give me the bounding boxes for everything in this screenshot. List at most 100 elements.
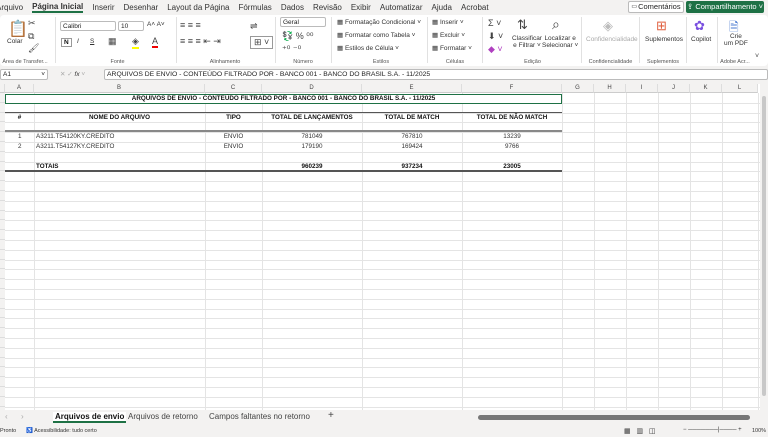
decimal-icon[interactable]: ⁺⁰ ⁻⁰ [282,44,301,55]
create-pdf-button[interactable]: Crie um PDF [724,33,748,47]
formula-input[interactable]: ARQUIVOS DE ENVIO - CONTEÚDO FILTRADO PO… [104,69,768,80]
column-header-F[interactable]: F [462,84,562,93]
menu-tab-10[interactable]: Ajuda [432,3,452,12]
row-header[interactable] [0,328,5,338]
row-header[interactable] [0,269,5,280]
menu-tab-6[interactable]: Dados [281,3,304,12]
menu-tab-1[interactable]: Página Inicial [32,2,84,13]
vertical-scrollbar[interactable] [760,84,768,410]
menu-tab-5[interactable]: Fórmulas [238,3,271,12]
copy-icon[interactable]: ⧉ [28,31,34,42]
accessibility-status[interactable]: ♿ Acessibilidade: tudo certo [26,428,97,434]
paste-icon[interactable]: 📋 [8,19,28,39]
header-cell[interactable]: # [5,113,34,123]
data-cell[interactable]: 1 [5,132,34,142]
name-box[interactable]: A1 ˅ [0,69,48,80]
row-header[interactable] [0,318,5,329]
select-all[interactable] [0,84,5,93]
paste-button[interactable]: Colar [7,38,23,45]
row-header[interactable] [0,259,5,270]
sheet-tab-arquivos-de-envio[interactable]: Arquivos de envio [53,412,127,423]
column-header-G[interactable]: G [562,84,594,93]
row-header[interactable] [0,210,5,221]
header-cell[interactable]: TOTAL DE NÃO MATCH [462,113,562,123]
menu-tab-7[interactable]: Revisão [313,3,342,12]
row-header[interactable] [0,367,5,378]
insert-cells-button[interactable]: ▦ Inserir ˅ [432,18,464,26]
addins-icon[interactable]: ⊞ [656,18,667,34]
row-header[interactable] [0,377,5,387]
row-header[interactable] [0,347,5,358]
find-select-button[interactable]: Localizar e Selecionar ˅ [542,35,578,49]
italic-button[interactable]: I [77,38,79,45]
align-left-icon[interactable]: ≡ ≡ ≡ ⇤ ⇥ [180,36,221,47]
fill-color-icon[interactable]: ◈ [132,36,139,49]
column-header-D[interactable]: D [262,84,362,93]
add-sheet-button[interactable]: + [328,410,334,421]
data-cell[interactable]: 169424 [362,142,462,152]
data-cell[interactable]: 781049 [262,132,362,142]
format-painter-icon[interactable]: 🖌 [28,43,39,54]
column-header-H[interactable]: H [594,84,626,93]
row-header[interactable] [0,249,5,260]
delete-cells-button[interactable]: ▦ Excluir ˅ [432,31,465,39]
column-header-L[interactable]: L [722,84,758,93]
menu-tab-9[interactable]: Automatizar [380,3,423,12]
row-header[interactable] [0,298,5,309]
menu-tab-0[interactable]: Arquivo [0,3,23,12]
cut-icon[interactable]: ✂ [28,18,36,29]
column-header-B[interactable]: B [34,84,205,93]
column-header-J[interactable]: J [658,84,690,93]
sort-filter-icon[interactable]: ⇅ [517,17,528,33]
row-header[interactable] [0,279,5,289]
addins-button[interactable]: Suplementos [645,36,683,43]
sheet-tab-campos-faltantes[interactable]: Campos faltantes no retorno [209,412,310,421]
row-header[interactable] [0,240,5,250]
column-header-K[interactable]: K [690,84,722,93]
copilot-icon[interactable]: ✿ [694,18,705,34]
header-cell[interactable]: TIPO [205,113,262,123]
column-header-E[interactable]: E [362,84,462,93]
font-name-select[interactable]: Calibri [60,21,116,31]
merge-center-icon[interactable]: ⊞ ˅ [250,36,274,49]
next-sheet-icon[interactable]: › [21,412,24,421]
data-cell[interactable]: 9766 [462,142,562,152]
row-header[interactable] [0,230,5,240]
header-cell[interactable]: TOTAL DE LANÇAMENTOS [262,113,362,123]
row-header[interactable] [0,338,5,348]
font-color-icon[interactable]: A [152,36,159,48]
data-cell[interactable]: A3211.T54127KY.CREDITO [36,142,207,152]
font-grow-button[interactable]: A˄ A˅ [147,21,165,28]
copilot-button[interactable]: Copilot [691,36,711,43]
sort-filter-button[interactable]: Classificar e Filtrar ˅ [512,35,542,49]
format-cells-button[interactable]: ▦ Formatar ˅ [432,44,472,52]
row-header[interactable] [0,289,5,299]
row-header[interactable] [0,357,5,368]
sheet-tab-arquivos-de-retorno[interactable]: Arquivos de retorno [128,412,198,421]
collapse-ribbon-icon[interactable]: ˅ [755,53,759,60]
row-header[interactable] [0,200,5,211]
search-icon[interactable]: ⌕ [552,16,560,33]
share-button[interactable]: ⇪ Compartilhamento ˅ [686,1,764,13]
column-header-A[interactable]: A [5,84,34,93]
currency-icon[interactable]: 💱 % ⁰⁰ [282,31,313,42]
view-buttons[interactable]: ▦ ▥ ◫ [624,427,656,435]
number-format-select[interactable]: Geral [280,17,326,27]
format-table-button[interactable]: ▦ Formatar como Tabela ˅ [337,31,415,39]
header-cell[interactable]: TOTAL DE MATCH [362,113,462,123]
column-header-I[interactable]: I [626,84,658,93]
row-header[interactable] [0,181,5,191]
autosum-icon[interactable]: Σ ˅ [488,18,501,28]
cell-styles-button[interactable]: ▦ Estilos de Célula ˅ [337,44,399,52]
underline-button[interactable]: S [90,38,94,45]
row-header[interactable] [0,387,5,397]
bold-button[interactable]: N [61,38,72,47]
data-cell[interactable]: 767810 [362,132,462,142]
font-size-select[interactable]: 10 [118,21,144,31]
data-cell[interactable]: A3211.T54120KY.CREDITO [36,132,207,142]
data-cell[interactable]: 13239 [462,132,562,142]
wrap-text-icon[interactable]: ⇌ [250,21,258,32]
horizontal-scrollbar[interactable] [478,415,750,420]
menu-tab-11[interactable]: Acrobat [461,3,489,12]
row-header[interactable] [0,396,5,407]
